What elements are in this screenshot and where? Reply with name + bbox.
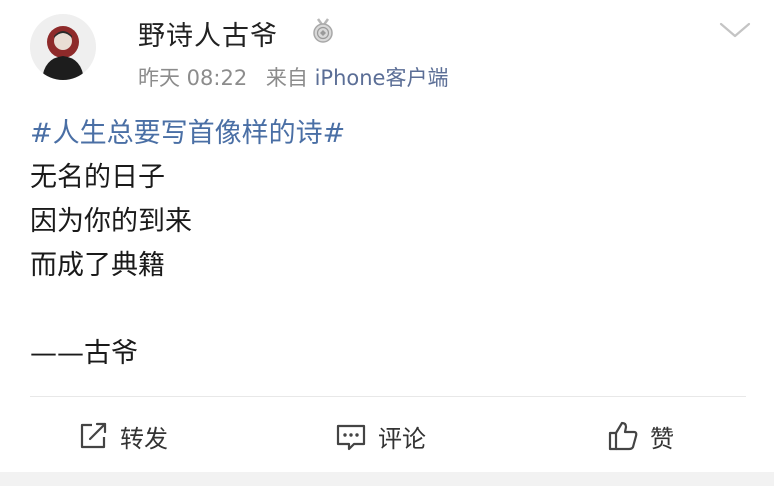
medal-icon[interactable]: [310, 17, 336, 43]
poem-blank-line: [30, 288, 345, 332]
repost-label: 转发: [120, 424, 168, 453]
like-button[interactable]: 赞: [606, 414, 674, 458]
thumbs-up-icon: [608, 421, 638, 451]
poem-line: 无名的日子: [30, 162, 165, 193]
source-device[interactable]: iPhone客户端: [315, 66, 449, 90]
post-meta: 昨天 08:22 来自 iPhone客户端: [138, 62, 448, 92]
post-time: 昨天 08:22: [138, 66, 248, 90]
post-content: #人生总要写首像样的诗# 无名的日子 因为你的到来 而成了典籍 ——古爷: [30, 112, 345, 376]
poem-line: 因为你的到来: [30, 206, 192, 237]
weibo-post: 野诗人古爷 昨天 08:22 来自 iPhone客户端 #人生总要写首像样的诗#…: [0, 0, 774, 486]
chevron-down-icon[interactable]: [718, 20, 752, 40]
bottom-separator: [0, 472, 774, 486]
divider: [30, 396, 746, 397]
author-name[interactable]: 野诗人古爷: [138, 14, 278, 53]
source-prefix: 来自: [265, 66, 308, 90]
comment-icon: [336, 424, 366, 451]
repost-button[interactable]: 转发: [76, 414, 168, 458]
comment-label: 评论: [378, 424, 426, 453]
avatar[interactable]: [30, 14, 96, 80]
topic-hashtag[interactable]: #人生总要写首像样的诗#: [30, 112, 345, 156]
like-label: 赞: [650, 424, 674, 453]
poem-line: 而成了典籍: [30, 250, 165, 281]
share-icon: [80, 422, 107, 449]
poem-signature: ——古爷: [30, 338, 138, 369]
comment-button[interactable]: 评论: [334, 414, 426, 458]
